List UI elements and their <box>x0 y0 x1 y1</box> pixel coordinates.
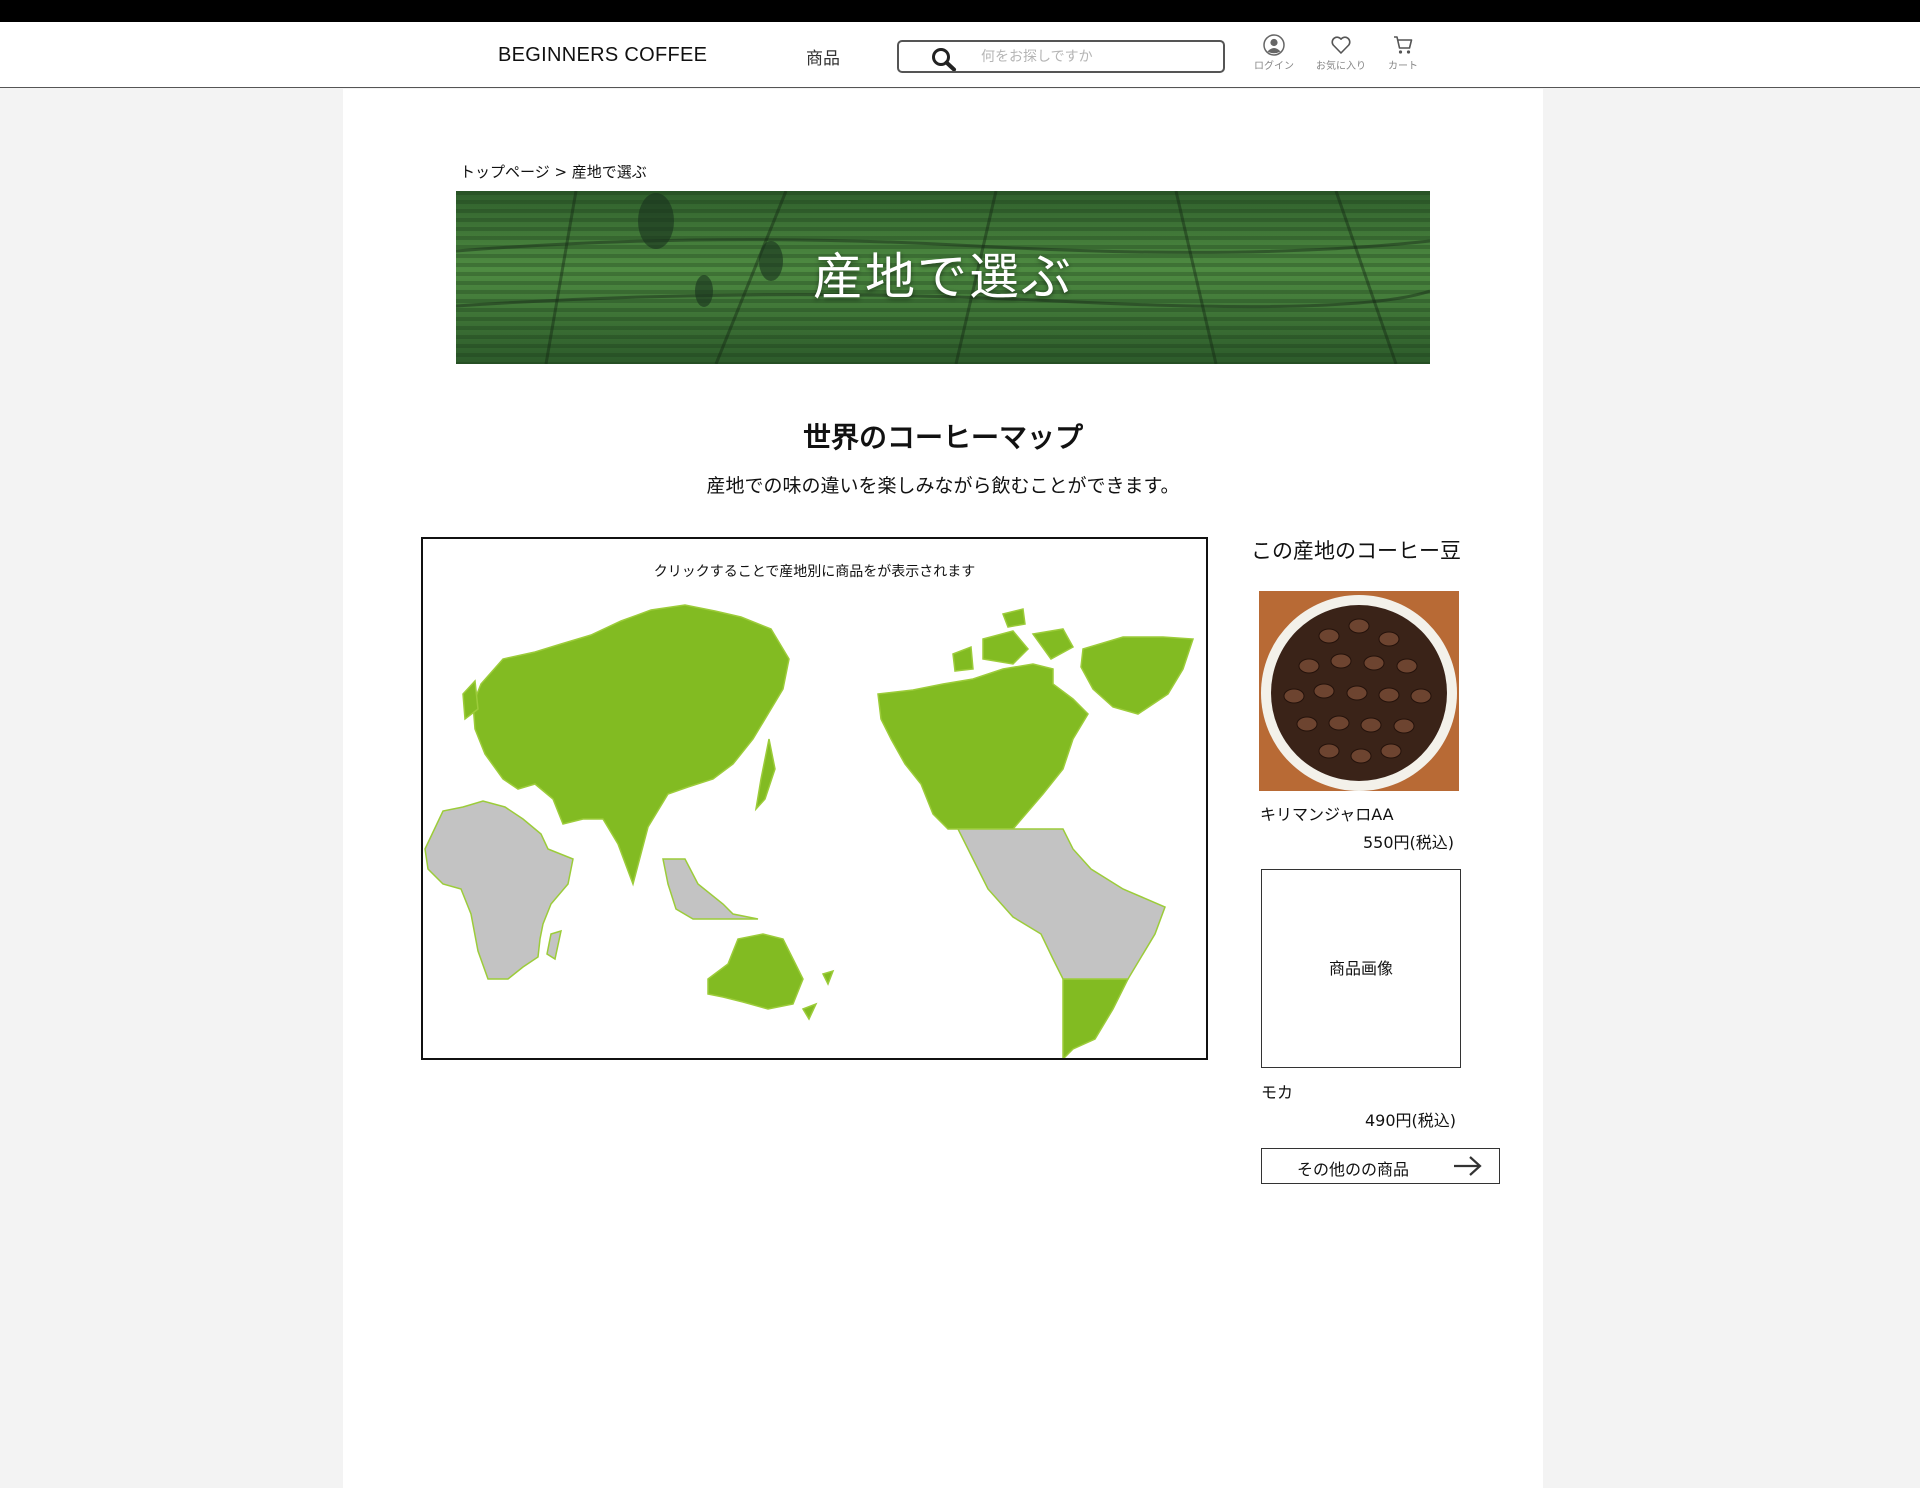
region-australia[interactable] <box>707 933 804 1010</box>
search-box[interactable] <box>897 40 1225 73</box>
section-subtitle: 産地での味の違いを楽しみながら飲むことができます。 <box>706 475 1180 497</box>
section-title: 世界のコーヒーマップ <box>802 421 1083 454</box>
region-canada-islands[interactable] <box>952 608 1075 672</box>
region-central-south-america[interactable] <box>956 828 1166 980</box>
brand-logo[interactable]: BEGINNERS COFFEE <box>498 44 707 67</box>
product-image-kilimanjaro[interactable] <box>1259 591 1459 791</box>
region-japan[interactable] <box>754 738 776 812</box>
world-coffee-map: クリックすることで産地別に商品をが表示されます <box>421 537 1208 1060</box>
product-name-mocha[interactable]: モカ <box>1261 1079 1293 1103</box>
region-south-america-south[interactable] <box>1062 978 1130 1059</box>
origin-products-title: この産地のコーヒー豆 <box>1251 539 1461 563</box>
arrow-right-icon <box>1454 1156 1482 1176</box>
product-image-placeholder[interactable]: 商品画像 <box>1261 869 1461 1068</box>
search-icon[interactable] <box>931 47 957 71</box>
favorites-button[interactable]: お気に入り <box>1311 34 1371 72</box>
login-button[interactable]: ログイン <box>1244 34 1304 72</box>
breadcrumb[interactable]: トップページ > 産地で選ぶ <box>460 161 647 182</box>
more-products-label: その他のの商品 <box>1297 1160 1410 1179</box>
main-content: トップページ > 産地で選ぶ 産地で選ぶ 世界のコーヒーマップ 産地での味の違い… <box>343 89 1543 1488</box>
coffee-belt-regions <box>424 800 1166 980</box>
heart-icon <box>1331 36 1351 54</box>
cart-button[interactable]: カート <box>1373 34 1433 72</box>
more-products-button[interactable]: その他のの商品 <box>1261 1148 1500 1184</box>
region-new-zealand[interactable] <box>801 969 835 1021</box>
login-label: ログイン <box>1254 61 1294 72</box>
nav-products-link[interactable]: 商品 <box>806 44 840 69</box>
coffee-beans-photo <box>1259 591 1459 791</box>
top-black-bar <box>0 0 1920 22</box>
search-input[interactable] <box>981 45 1201 69</box>
continents <box>462 604 1195 1059</box>
site-header: BEGINNERS COFFEE 商品 ログイン お気に入り カート <box>0 22 1920 88</box>
user-icon <box>1263 34 1285 56</box>
region-madagascar[interactable] <box>546 929 562 961</box>
product-price-kilimanjaro: 550円(税込) <box>1362 833 1454 852</box>
product-price-mocha: 490円(税込) <box>1364 1111 1456 1130</box>
world-map <box>424 604 1195 1059</box>
hero-banner: 産地で選ぶ <box>456 191 1430 364</box>
region-north-america[interactable] <box>877 663 1089 830</box>
cart-icon <box>1394 36 1413 54</box>
hero-title: 産地で選ぶ <box>813 248 1073 306</box>
product-name-kilimanjaro[interactable]: キリマンジャロAA <box>1260 801 1394 825</box>
region-southeast-asia[interactable] <box>662 858 759 920</box>
cart-label: カート <box>1388 61 1418 72</box>
favorites-label: お気に入り <box>1316 61 1366 72</box>
region-greenland[interactable] <box>1080 636 1195 715</box>
